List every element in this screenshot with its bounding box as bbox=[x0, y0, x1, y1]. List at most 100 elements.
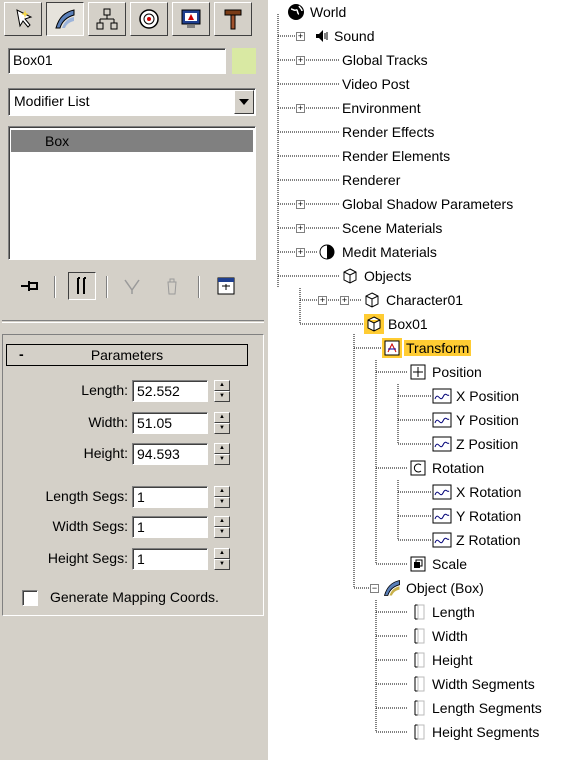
stack-toolbar bbox=[14, 270, 254, 302]
height-spinner[interactable]: ▲ ▼ bbox=[214, 443, 230, 465]
expand-icon[interactable]: + bbox=[340, 296, 349, 305]
configure-modifier-sets-icon[interactable] bbox=[212, 272, 240, 300]
modifier-stack[interactable]: Box bbox=[8, 126, 256, 260]
tree-node-position[interactable]: Position bbox=[408, 361, 484, 383]
tree-node-object-box[interactable]: Object (Box) bbox=[382, 577, 486, 599]
create-tab[interactable] bbox=[4, 2, 42, 36]
expand-icon[interactable]: + bbox=[296, 200, 305, 209]
modifier-list-label: Modifier List bbox=[14, 93, 90, 109]
modifier-list-dropdown[interactable]: Modifier List bbox=[8, 88, 256, 116]
track-view-hierarchy[interactable]: + + + + + + + + − World Sound Global Tra… bbox=[268, 0, 584, 760]
tree-node-width[interactable]: Width bbox=[408, 625, 470, 647]
param-label: Length Segs: bbox=[45, 488, 128, 504]
param-height: Height: 94.593 ▲ ▼ bbox=[0, 443, 264, 465]
width-segs-field[interactable]: 1 bbox=[132, 516, 208, 538]
command-panel: Box01 Modifier List Box - Parameters Len… bbox=[0, 0, 268, 760]
param-height-segs: Height Segs: 1 ▲ ▼ bbox=[0, 548, 264, 570]
display-tab[interactable] bbox=[172, 2, 210, 36]
tree-node-video-post[interactable]: Video Post bbox=[340, 73, 411, 95]
curve-controller-icon bbox=[432, 410, 452, 430]
tree-node-height[interactable]: Height bbox=[408, 649, 474, 671]
bezier-float-icon bbox=[408, 626, 428, 646]
material-sphere-icon bbox=[316, 242, 338, 262]
height-segs-field[interactable]: 1 bbox=[132, 548, 208, 570]
bezier-float-icon bbox=[408, 602, 428, 622]
rollout-title: Parameters bbox=[90, 347, 164, 363]
tree-node-box01[interactable]: Box01 bbox=[364, 313, 430, 335]
hierarchy-icon bbox=[96, 8, 118, 30]
hierarchy-tab[interactable] bbox=[88, 2, 126, 36]
tree-node-length[interactable]: Length bbox=[408, 601, 477, 623]
tree-node-length-segments[interactable]: Length Segments bbox=[408, 697, 544, 719]
show-end-result-icon[interactable] bbox=[68, 272, 96, 300]
tree-node-sound[interactable]: Sound bbox=[314, 25, 376, 47]
width-spinner[interactable]: ▲ ▼ bbox=[214, 412, 230, 434]
tree-node-z-position[interactable]: Z Position bbox=[432, 433, 520, 455]
bezier-float-icon bbox=[408, 650, 428, 670]
param-label: Height: bbox=[83, 445, 128, 461]
height-segs-spinner[interactable]: ▲ ▼ bbox=[214, 548, 230, 570]
tree-node-renderer[interactable]: Renderer bbox=[340, 169, 402, 191]
tree-node-rotation[interactable]: Rotation bbox=[408, 457, 486, 479]
object-color-swatch[interactable] bbox=[232, 48, 256, 74]
remove-modifier-icon[interactable] bbox=[158, 272, 186, 300]
tree-node-scale[interactable]: Scale bbox=[408, 553, 469, 575]
param-length-segs: Length Segs: 1 ▲ ▼ bbox=[0, 486, 264, 508]
modify-tab[interactable] bbox=[46, 2, 84, 36]
tree-node-height-segments[interactable]: Height Segments bbox=[408, 721, 541, 743]
collapse-icon[interactable]: − bbox=[370, 584, 379, 593]
stack-item-box[interactable]: Box bbox=[11, 130, 253, 152]
tree-node-global-shadow-parameters[interactable]: Global Shadow Parameters bbox=[340, 193, 515, 215]
expand-icon[interactable]: + bbox=[296, 248, 305, 257]
width-field[interactable]: 51.05 bbox=[132, 412, 208, 434]
tree-node-scene-materials[interactable]: Scene Materials bbox=[340, 217, 444, 239]
modify-icon bbox=[55, 9, 75, 29]
generate-mapping-checkbox[interactable] bbox=[22, 590, 38, 606]
height-field[interactable]: 94.593 bbox=[132, 443, 208, 465]
tree-node-transform[interactable]: Transform bbox=[382, 337, 472, 359]
param-label: Width Segs: bbox=[52, 518, 128, 534]
display-icon bbox=[181, 9, 201, 28]
expand-icon[interactable]: + bbox=[296, 56, 305, 65]
make-unique-icon[interactable] bbox=[118, 272, 146, 300]
bezier-float-icon bbox=[408, 722, 428, 742]
expand-icon[interactable]: + bbox=[296, 104, 305, 113]
tree-node-width-segments[interactable]: Width Segments bbox=[408, 673, 537, 695]
param-label: Width: bbox=[88, 414, 128, 430]
object-cube-icon bbox=[362, 290, 382, 310]
tree-node-x-rotation[interactable]: X Rotation bbox=[432, 481, 523, 503]
expand-icon[interactable]: + bbox=[318, 296, 327, 305]
pin-stack-icon[interactable] bbox=[16, 272, 44, 300]
parameters-rollout-header[interactable]: - Parameters bbox=[6, 344, 248, 366]
param-label: Height Segs: bbox=[47, 550, 128, 566]
tree-node-x-position[interactable]: X Position bbox=[432, 385, 521, 407]
bezier-float-icon bbox=[408, 674, 428, 694]
tree-node-render-elements[interactable]: Render Elements bbox=[340, 145, 452, 167]
length-segs-field[interactable]: 1 bbox=[132, 486, 208, 508]
chevron-down-icon[interactable] bbox=[234, 90, 254, 114]
divider bbox=[2, 320, 264, 323]
tree-node-medit-materials[interactable]: Medit Materials bbox=[316, 241, 439, 263]
tree-node-render-effects[interactable]: Render Effects bbox=[340, 121, 436, 143]
motion-tab[interactable] bbox=[130, 2, 168, 36]
tree-node-global-tracks[interactable]: Global Tracks bbox=[340, 49, 430, 71]
utilities-tab[interactable] bbox=[214, 2, 252, 36]
length-field[interactable]: 52.552 bbox=[132, 380, 208, 402]
object-cube-icon bbox=[340, 266, 360, 286]
position-controller-icon bbox=[408, 362, 428, 382]
tree-node-z-rotation[interactable]: Z Rotation bbox=[432, 529, 523, 551]
tree-node-world[interactable]: World bbox=[286, 1, 348, 23]
expand-icon[interactable]: + bbox=[296, 32, 305, 41]
parameters-rollout bbox=[2, 334, 264, 616]
length-segs-spinner[interactable]: ▲ ▼ bbox=[214, 486, 230, 508]
tree-node-objects[interactable]: Objects bbox=[340, 265, 413, 287]
tree-node-y-rotation[interactable]: Y Rotation bbox=[432, 505, 523, 527]
tree-node-character01[interactable]: Character01 bbox=[362, 289, 465, 311]
length-spinner[interactable]: ▲ ▼ bbox=[214, 380, 230, 402]
object-name-field[interactable]: Box01 bbox=[8, 48, 226, 74]
tree-node-y-position[interactable]: Y Position bbox=[432, 409, 521, 431]
expand-icon[interactable]: + bbox=[296, 224, 305, 233]
tree-node-environment[interactable]: Environment bbox=[340, 97, 423, 119]
width-segs-spinner[interactable]: ▲ ▼ bbox=[214, 516, 230, 538]
object-cube-icon bbox=[364, 314, 384, 334]
